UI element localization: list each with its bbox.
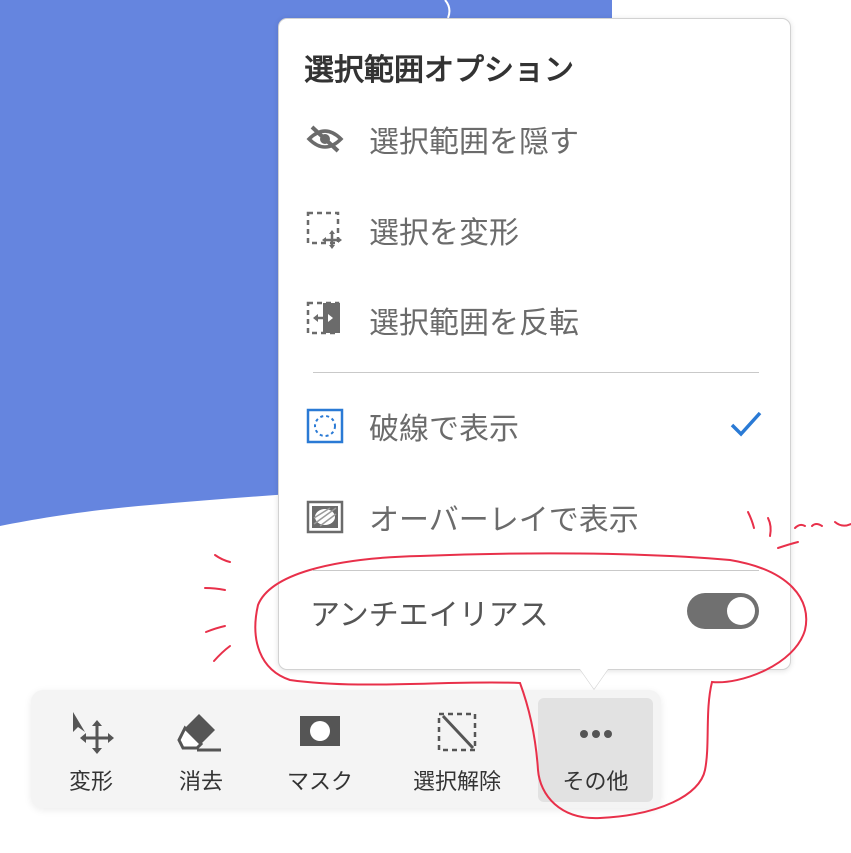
dashed-display-icon xyxy=(305,406,345,446)
selection-toolbar: 変形 消去 マスク 選択解除 その他 xyxy=(31,690,661,808)
popover-arrow xyxy=(580,669,608,689)
eraser-icon xyxy=(177,710,225,754)
transform-tool-button[interactable]: 変形 xyxy=(45,698,137,802)
more-tool-button[interactable]: その他 xyxy=(538,698,653,802)
tool-label: その他 xyxy=(562,770,629,795)
move-arrow-icon xyxy=(67,710,115,754)
eye-slash-icon xyxy=(305,119,345,159)
menu-item-transform-selection[interactable]: 選択を変形 xyxy=(279,190,790,270)
menu-item-label: 選択範囲を隠す xyxy=(369,125,579,160)
tool-label: マスク xyxy=(286,770,353,795)
menu-item-label: オーバーレイで表示 xyxy=(369,503,639,538)
menu-item-label: 破線で表示 xyxy=(369,412,519,447)
more-icon xyxy=(572,710,620,754)
antialias-toggle[interactable] xyxy=(687,593,759,629)
tool-label: 選択解除 xyxy=(412,770,501,795)
menu-separator xyxy=(313,372,759,373)
menu-item-label: 選択範囲を反転 xyxy=(369,306,579,341)
transform-selection-icon xyxy=(305,210,345,250)
antialias-label: アンチエイリアス xyxy=(310,598,549,633)
menu-item-overlay-display[interactable]: オーバーレイで表示 xyxy=(279,477,790,557)
selection-options-popover: 選択範囲オプション 選択範囲を隠す 選択を変形 選択範囲を反転 破線で表示 オー… xyxy=(278,18,791,670)
erase-tool-button[interactable]: 消去 xyxy=(155,698,247,802)
deselect-tool-button[interactable]: 選択解除 xyxy=(399,698,515,802)
menu-item-invert-selection[interactable]: 選択範囲を反転 xyxy=(279,280,790,360)
overlay-display-icon xyxy=(305,497,345,537)
tool-label: 変形 xyxy=(68,770,113,795)
menu-item-dashed-display[interactable]: 破線で表示 xyxy=(279,386,790,466)
checkmark-icon xyxy=(729,409,763,443)
popover-title: 選択範囲オプション xyxy=(304,53,574,88)
menu-item-label: 選択を変形 xyxy=(369,216,519,251)
mask-icon xyxy=(296,710,344,754)
toggle-knob xyxy=(727,597,755,625)
tool-label: 消去 xyxy=(178,770,223,795)
menu-item-hide-selection[interactable]: 選択範囲を隠す xyxy=(279,99,790,179)
mask-tool-button[interactable]: マスク xyxy=(269,698,371,802)
invert-selection-icon xyxy=(305,300,345,340)
deselect-icon xyxy=(433,710,481,754)
menu-separator xyxy=(313,570,759,571)
